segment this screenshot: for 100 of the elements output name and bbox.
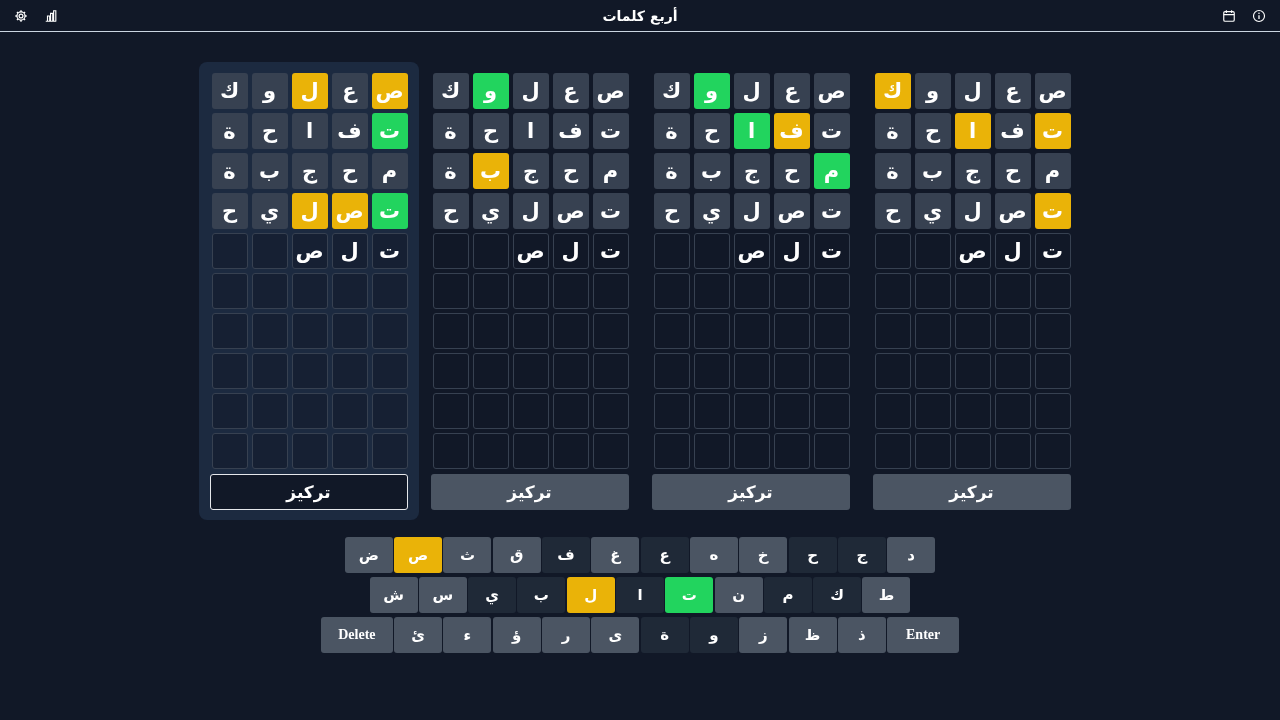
- letter-tile: و: [251, 73, 288, 109]
- letter-tile: ة: [432, 153, 469, 189]
- keyboard-key[interactable]: م: [763, 577, 812, 613]
- empty-tile: [773, 273, 810, 309]
- letter-tile: ة: [211, 113, 248, 149]
- keyboard-key[interactable]: ي: [468, 577, 517, 613]
- empty-tile: [552, 353, 589, 389]
- keyboard-key[interactable]: ب: [517, 577, 566, 613]
- empty-tile: [291, 393, 328, 429]
- letter-tile: م: [813, 153, 850, 189]
- empty-tile: [592, 353, 629, 389]
- keyboard-key[interactable]: خ: [739, 537, 788, 573]
- empty-tile: [552, 393, 589, 429]
- empty-tile: [653, 393, 690, 429]
- empty-tile: [773, 393, 810, 429]
- empty-tile: [954, 273, 991, 309]
- keyboard-key[interactable]: ع: [640, 537, 689, 573]
- keyboard-key[interactable]: س: [418, 577, 467, 613]
- empty-tile: [954, 313, 991, 349]
- letter-tile: ا: [733, 113, 770, 149]
- keyboard-key[interactable]: ح: [788, 537, 837, 573]
- focus-button[interactable]: تركيز: [430, 474, 629, 510]
- keyboard-key[interactable]: ة: [640, 617, 689, 653]
- letter-tile: ت: [592, 233, 629, 269]
- empty-tile: [1034, 433, 1071, 469]
- empty-tile: [954, 393, 991, 429]
- focus-button[interactable]: تركيز: [872, 474, 1071, 510]
- empty-tile: [211, 313, 248, 349]
- empty-tile: [773, 353, 810, 389]
- keyboard-key[interactable]: ز: [739, 617, 788, 653]
- letter-tile: ص: [371, 73, 408, 109]
- empty-tile: [371, 353, 408, 389]
- keyboard-key[interactable]: ظ: [788, 617, 837, 653]
- empty-tile: [994, 433, 1031, 469]
- empty-tile: [693, 273, 730, 309]
- letter-tile: ف: [994, 113, 1031, 149]
- keyboard-key[interactable]: ى: [591, 617, 640, 653]
- keyboard-key[interactable]: ء: [443, 617, 492, 653]
- keyboard-key[interactable]: ن: [714, 577, 763, 613]
- info-icon[interactable]: [1252, 8, 1266, 23]
- empty-tile: [371, 433, 408, 469]
- settings-icon[interactable]: [14, 8, 28, 23]
- empty-tile: [251, 313, 288, 349]
- keyboard-key[interactable]: ط: [862, 577, 911, 613]
- keyboard-key[interactable]: Enter: [887, 617, 960, 653]
- empty-tile: [874, 393, 911, 429]
- letter-tile: و: [914, 73, 951, 109]
- empty-tile: [1034, 313, 1071, 349]
- keyboard-key[interactable]: ض: [344, 537, 393, 573]
- empty-tile: [331, 393, 368, 429]
- letter-tile: ح: [914, 113, 951, 149]
- empty-tile: [1034, 273, 1071, 309]
- empty-tile: [693, 353, 730, 389]
- empty-tile: [552, 313, 589, 349]
- empty-tile: [512, 313, 549, 349]
- keyboard-key[interactable]: ث: [443, 537, 492, 573]
- calendar-icon[interactable]: [1222, 8, 1236, 23]
- keyboard-key[interactable]: و: [689, 617, 738, 653]
- focus-button[interactable]: تركيز: [651, 474, 850, 510]
- keyboard-key[interactable]: Delete: [320, 617, 393, 653]
- empty-tile: [914, 433, 951, 469]
- empty-tile: [432, 353, 469, 389]
- letter-tile: ب: [472, 153, 509, 189]
- letter-tile: ي: [251, 193, 288, 229]
- keyboard-key[interactable]: ك: [813, 577, 862, 613]
- letter-tile: ص: [1034, 73, 1071, 109]
- keyboard-key[interactable]: ئ: [394, 617, 443, 653]
- letter-tile: ا: [291, 113, 328, 149]
- letter-tile: ص: [552, 193, 589, 229]
- focus-button[interactable]: تركيز: [209, 474, 408, 510]
- empty-tile: [874, 353, 911, 389]
- empty-tile: [874, 233, 911, 269]
- letter-tile: ح: [472, 113, 509, 149]
- keyboard-key[interactable]: ؤ: [492, 617, 541, 653]
- letter-tile: ح: [552, 153, 589, 189]
- letter-tile: ج: [733, 153, 770, 189]
- keyboard-key[interactable]: ش: [369, 577, 418, 613]
- letter-tile: ص: [994, 193, 1031, 229]
- letter-tile: ص: [773, 193, 810, 229]
- letter-tile: ج: [291, 153, 328, 189]
- letter-tile: ل: [512, 73, 549, 109]
- keyboard-key[interactable]: ق: [492, 537, 541, 573]
- empty-tile: [874, 273, 911, 309]
- keyboard-key[interactable]: ف: [542, 537, 591, 573]
- keyboard-key[interactable]: ه: [689, 537, 738, 573]
- keyboard-key[interactable]: ر: [542, 617, 591, 653]
- keyboard-key[interactable]: ا: [616, 577, 664, 613]
- keyboard-key[interactable]: ذ: [837, 617, 886, 653]
- empty-tile: [472, 433, 509, 469]
- letter-tile: م: [592, 153, 629, 189]
- empty-tile: [472, 353, 509, 389]
- empty-tile: [733, 433, 770, 469]
- letter-tile: ت: [592, 113, 629, 149]
- keyboard-key[interactable]: غ: [591, 537, 640, 573]
- keyboard-key[interactable]: د: [887, 537, 936, 573]
- keyboard-key[interactable]: ج: [837, 537, 886, 573]
- empty-tile: [211, 393, 248, 429]
- empty-tile: [552, 273, 589, 309]
- bar-chart-icon[interactable]: [44, 8, 58, 23]
- letter-tile: و: [472, 73, 509, 109]
